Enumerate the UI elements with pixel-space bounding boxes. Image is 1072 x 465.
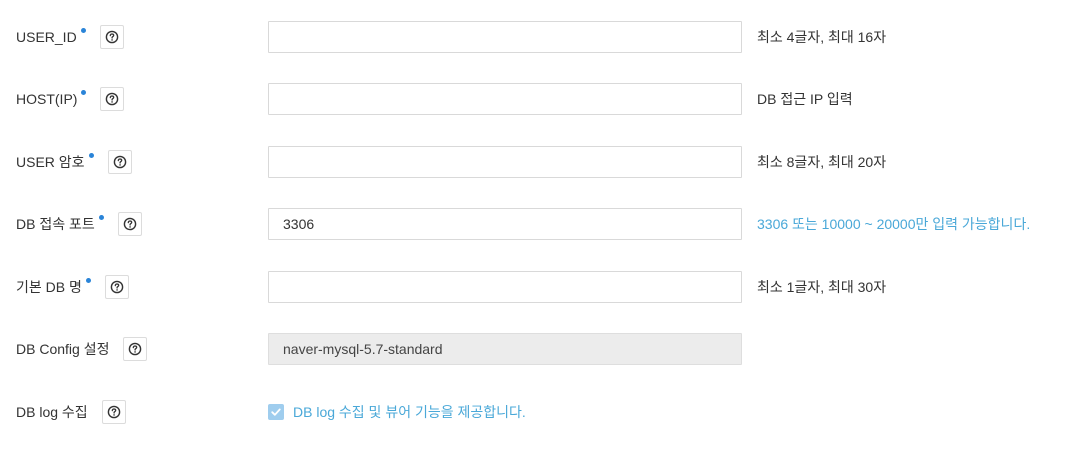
db-log-help-button[interactable]	[101, 400, 126, 424]
required-dot	[80, 27, 86, 33]
user-id-input[interactable]	[268, 21, 742, 53]
required-dot	[88, 152, 94, 158]
required-dot	[81, 89, 87, 95]
form-row-db-log: DB log 수집 DB log 수집 및 뷰어 기능을 제공합니다.	[0, 396, 1072, 436]
form-row-default-db-name: 기본 DB 명 최소 1글자, 최대 30자	[0, 271, 1072, 311]
host-ip-input[interactable]	[268, 83, 742, 115]
question-circle-icon	[105, 30, 118, 44]
field-label-wrap: DB log 수집	[16, 396, 126, 428]
db-log-label: DB log 수집	[16, 404, 88, 420]
user-id-hint: 최소 4글자, 최대 16자	[757, 29, 887, 45]
db-log-checkbox[interactable]	[268, 404, 284, 420]
db-log-checkbox-option[interactable]: DB log 수집 및 뷰어 기능을 제공합니다.	[268, 396, 526, 428]
form-row-db-config: DB Config 설정 naver-mysql-5.7-standard	[0, 333, 1072, 373]
question-circle-icon	[123, 217, 137, 231]
db-port-help-button[interactable]	[117, 212, 142, 236]
db-log-checkbox-label: DB log 수집 및 뷰어 기능을 제공합니다.	[293, 404, 526, 420]
host-ip-help-button[interactable]	[100, 87, 125, 111]
default-db-name-input[interactable]	[268, 271, 742, 303]
host-ip-hint: DB 접근 IP 입력	[757, 91, 853, 107]
db-port-label: DB 접속 포트	[16, 216, 95, 232]
question-circle-icon	[106, 92, 119, 106]
field-label-wrap: DB 접속 포트	[16, 208, 142, 240]
form-row-user-password: USER 암호 최소 8글자, 최대 20자	[0, 146, 1072, 186]
required-dot	[85, 277, 91, 283]
form-row-host-ip: HOST(IP) DB 접근 IP 입력	[0, 83, 1072, 123]
field-label-wrap: HOST(IP)	[16, 83, 125, 115]
db-port-input[interactable]	[268, 208, 742, 240]
required-dot	[98, 214, 104, 220]
db-settings-form: USER_ID 최소 4글자, 최대 16자 HOST(IP) DB 접근 IP…	[0, 0, 1072, 465]
form-row-user-id: USER_ID 최소 4글자, 최대 16자	[0, 21, 1072, 61]
db-config-label: DB Config 설정	[16, 341, 110, 357]
default-db-name-help-button[interactable]	[104, 275, 129, 299]
user-id-help-button[interactable]	[99, 25, 124, 49]
form-row-db-port: DB 접속 포트 3306 또는 10000 ~ 20000만 입력 가능합니다…	[0, 208, 1072, 248]
default-db-name-hint: 최소 1글자, 최대 30자	[757, 279, 887, 295]
user-password-input[interactable]	[268, 146, 742, 178]
db-port-hint: 3306 또는 10000 ~ 20000만 입력 가능합니다.	[757, 216, 1031, 232]
user-password-label: USER 암호	[16, 154, 85, 170]
question-circle-icon	[113, 155, 126, 169]
host-ip-label: HOST(IP)	[16, 91, 78, 107]
default-db-name-label: 기본 DB 명	[16, 279, 82, 295]
db-config-help-button[interactable]	[123, 337, 148, 361]
question-circle-icon	[129, 342, 142, 356]
field-label-wrap: USER 암호	[16, 146, 132, 178]
db-config-value: naver-mysql-5.7-standard	[268, 333, 742, 365]
field-label-wrap: 기본 DB 명	[16, 271, 129, 303]
user-password-hint: 최소 8글자, 최대 20자	[757, 154, 887, 170]
user-password-help-button[interactable]	[107, 150, 132, 174]
user-id-label: USER_ID	[16, 29, 77, 45]
question-circle-icon	[110, 280, 124, 294]
checkmark-icon	[271, 408, 281, 416]
field-label-wrap: USER_ID	[16, 21, 124, 53]
question-circle-icon	[107, 405, 120, 419]
field-label-wrap: DB Config 설정	[16, 333, 148, 365]
